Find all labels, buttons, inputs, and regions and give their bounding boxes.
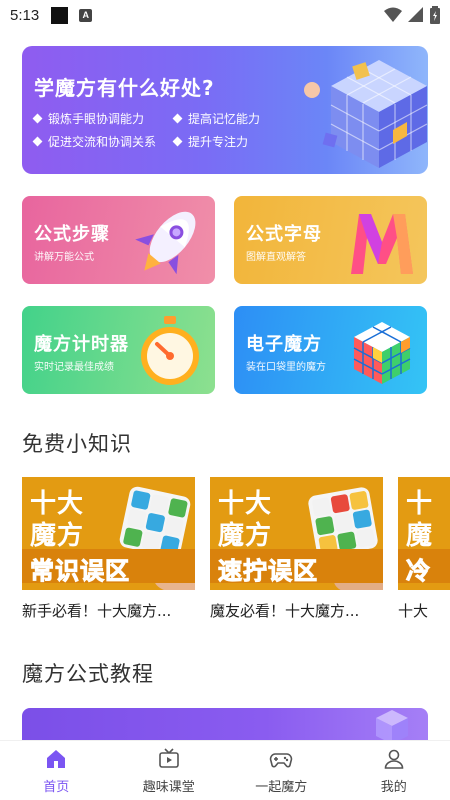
status-icons [384,6,440,24]
card-title: 公式字母 [246,224,322,245]
card-subtitle: 讲解万能公式 [34,252,94,263]
thumb-line2: 魔 [406,521,434,551]
card-title: 魔方计时器 [34,334,129,355]
tab-fun-class[interactable]: 趣味课堂 [113,741,226,800]
tip-caption: 十大 [398,602,429,620]
tip-card[interactable]: 十大 魔方 常识误区 新手必看！十大魔方... [22,477,195,621]
card-subtitle: 图解直观解答 [246,252,306,263]
tab-home[interactable]: 首页 [0,741,113,800]
tip-card[interactable]: 十大 魔方 速拧误区 魔友必看！十大魔方... [210,477,383,621]
section-title-free-tips: 免费小知识 [22,432,132,456]
card-title: 电子魔方 [246,334,322,355]
benefit-text: 提升专注力 [188,135,249,149]
benefit-item: 促进交流和协调关系 [32,133,174,150]
diamond-bullet-icon [32,113,43,124]
tip-card[interactable]: 十 魔 冷 十大 [398,477,450,621]
stopwatch-icon [141,316,199,385]
card-subtitle: 装在口袋里的魔方 [246,362,326,373]
notification-a-icon: A [79,8,93,22]
letter-m-icon [351,214,413,274]
thumb-banner-text: 冷 [406,557,431,586]
cube-timer-card[interactable]: 魔方计时器 实时记录最佳成绩 [22,306,215,394]
wifi-icon [384,7,402,22]
cube-illustration-icon [304,60,428,168]
benefit-text: 提高记忆能力 [188,112,261,126]
cube-icon [353,322,411,384]
thumb-banner-text: 速拧误区 [218,557,318,586]
formula-steps-card[interactable]: 公式步骤 讲解万能公式 [22,196,215,284]
electronic-cube-card[interactable]: 电子魔方 装在口袋里的魔方 [234,306,427,394]
benefits-banner[interactable]: 学魔方有什么好处? 锻炼手眼协调能力 提高记忆能力 促进交流和协调关系 提升专注… [22,46,428,174]
card-title: 公式步骤 [34,224,110,245]
tab-label: 我的 [380,780,407,795]
tip-thumbnail: 十大 魔方 速拧误区 [210,477,383,590]
tips-carousel[interactable]: 十大 魔方 常识误区 新手必看！十大魔方... 十大 魔方 速拧误区 魔友必看！… [22,477,450,627]
gamepad-icon [270,753,293,768]
tip-caption: 魔友必看！十大魔方... [210,602,360,620]
tip-caption: 新手必看！十大魔方... [22,602,172,620]
diamond-bullet-icon [32,136,43,147]
thumb-line2: 魔方 [30,521,85,551]
thumb-line2: 魔方 [218,521,273,551]
battery-icon [430,6,440,24]
benefit-text: 锻炼手眼协调能力 [48,112,145,126]
benefit-text: 促进交流和协调关系 [48,135,157,149]
status-time: 5:13 [10,6,40,24]
tab-cube-together[interactable]: 一起魔方 [225,741,338,800]
diamond-bullet-icon [172,136,183,147]
signal-icon [408,7,423,22]
thumb-banner-text: 常识误区 [30,557,130,586]
tip-thumbnail: 十大 魔方 常识误区 [22,477,195,590]
banner-title: 学魔方有什么好处? [34,76,215,100]
formula-letters-card[interactable]: 公式字母 图解直观解答 [234,196,427,284]
home-icon [47,750,66,768]
bottom-tab-bar: 首页 趣味课堂 一起魔方 我的 [0,740,450,800]
rocket-icon [135,211,196,275]
status-bar: 5:13 A [0,0,450,30]
tab-profile[interactable]: 我的 [338,741,450,800]
tab-label: 一起魔方 [255,780,308,795]
tv-icon [158,748,179,768]
tab-label: 趣味课堂 [142,780,195,795]
tip-thumbnail: 十 魔 冷 [398,477,450,590]
benefit-item: 锻炼手眼协调能力 [32,110,174,127]
section-title-tutorials: 魔方公式教程 [22,662,154,686]
user-icon [384,749,404,769]
card-subtitle: 实时记录最佳成绩 [34,362,114,373]
tab-label: 首页 [43,780,70,795]
notification-square-icon [51,6,69,24]
diamond-bullet-icon [172,113,183,124]
benefits-list: 锻炼手眼协调能力 提高记忆能力 促进交流和协调关系 提升专注力 [32,110,304,150]
